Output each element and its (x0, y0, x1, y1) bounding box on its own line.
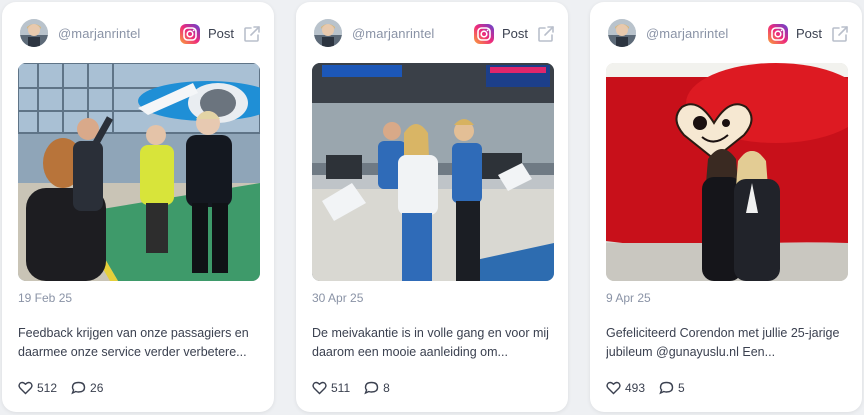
comments-stat: 5 (659, 381, 685, 395)
avatar (608, 19, 636, 47)
post-photo[interactable] (18, 63, 260, 281)
post-photo[interactable] (312, 63, 554, 281)
heart-icon (606, 381, 621, 395)
likes-stat: 493 (606, 381, 645, 395)
external-link-icon[interactable] (242, 24, 262, 44)
card-header: @marjanrintel Post (590, 2, 862, 64)
post-stats: 512 26 (18, 379, 117, 397)
comment-icon (364, 381, 379, 395)
post-type-label: Post (208, 26, 235, 41)
external-link-icon[interactable] (830, 24, 850, 44)
likes-count: 512 (37, 381, 58, 395)
username: @marjanrintel (352, 26, 435, 41)
comments-count: 5 (678, 381, 685, 395)
post-caption[interactable]: Gefeliciteerd Corendon met jullie 25-jar… (606, 324, 850, 362)
post-card[interactable]: @marjanrintel Post (296, 2, 568, 412)
post-stats: 493 5 (606, 379, 699, 397)
instagram-icon (768, 24, 788, 44)
card-header: @marjanrintel Post (296, 2, 568, 64)
comments-count: 26 (90, 381, 104, 395)
heart-icon (312, 381, 327, 395)
comment-icon (659, 381, 674, 395)
comments-stat: 8 (364, 381, 390, 395)
post-card[interactable]: @marjanrintel Post (590, 2, 862, 412)
likes-stat: 512 (18, 381, 57, 395)
external-link-icon[interactable] (536, 24, 556, 44)
post-type-label: Post (796, 26, 823, 41)
username: @marjanrintel (646, 26, 729, 41)
post-card[interactable]: @marjanrintel Post (2, 2, 274, 412)
post-caption[interactable]: De meivakantie is in volle gang en voor … (312, 324, 556, 362)
post-stats: 511 8 (312, 379, 404, 397)
post-date: 19 Feb 25 (18, 291, 73, 305)
card-header: @marjanrintel Post (2, 2, 274, 64)
username: @marjanrintel (58, 26, 141, 41)
likes-count: 511 (331, 381, 351, 395)
post-date: 9 Apr 25 (606, 291, 651, 305)
heart-icon (18, 381, 33, 395)
post-type-label: Post (502, 26, 529, 41)
post-photo[interactable] (606, 63, 848, 281)
comments-stat: 26 (71, 381, 103, 395)
comments-count: 8 (383, 381, 390, 395)
avatar (314, 19, 342, 47)
instagram-icon (180, 24, 200, 44)
comment-icon (71, 381, 86, 395)
post-date: 30 Apr 25 (312, 291, 364, 305)
likes-count: 493 (625, 381, 646, 395)
post-caption[interactable]: Feedback krijgen van onze passagiers en … (18, 324, 262, 362)
likes-stat: 511 (312, 381, 350, 395)
instagram-icon (474, 24, 494, 44)
avatar (20, 19, 48, 47)
